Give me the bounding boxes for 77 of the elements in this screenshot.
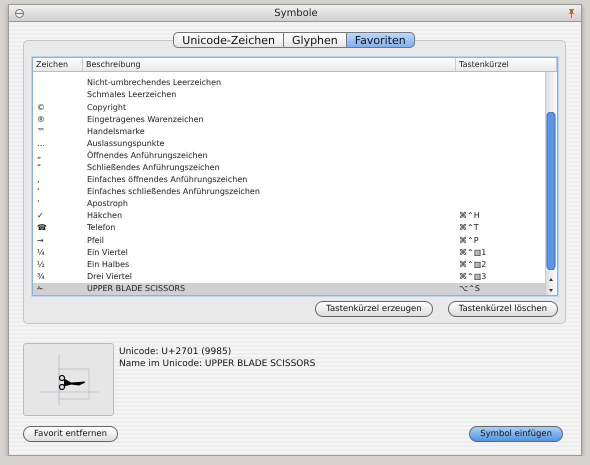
description-cell-text: Apostroph [86,198,129,210]
character-cell-text: ‘ [36,186,41,198]
table-row[interactable]: ✓ Häkchen ⌘⌃H [33,210,545,222]
description-cell-text: Schließendes Anführungszeichen [86,162,221,174]
character-cell-text: ½ [36,258,46,271]
column-header[interactable]: Zeichen [33,58,83,71]
collapse-icon[interactable] [15,8,24,18]
table-row[interactable]: Nicht-umbrechendes Leerzeichen [33,77,545,90]
table-row[interactable]: … Auslassungspunkte [33,138,545,150]
character-cell-text: ¼ [36,246,46,259]
description-cell-text: Handelsmarke [86,126,146,138]
character-cell-text: © [36,102,46,114]
window-title: Symbole [274,8,318,18]
description-cell-text: Einfaches öffnendes Anführungszeichen [86,174,248,186]
shortcut-cell-text: ⌘⌃T [458,222,480,234]
table-row[interactable]: ‘ Einfaches schließendes Anführungszeichen [33,186,545,198]
unicode-name: Name im Unicode: UPPER BLADE SCISSORS [119,358,316,370]
table-row[interactable]: © Copyright [33,102,545,114]
table-row[interactable]: ® Eingetragenes Warenzeichen [33,114,545,126]
description-cell-text: Ein Halbes [86,258,130,271]
character-cell-text: ¾ [36,270,46,283]
table-row[interactable]: ☎ Telefon ⌘⌃T [33,222,545,235]
table-row[interactable]: → Pfeil ⌘⌃P [33,234,545,247]
column-header[interactable]: Beschreibung [83,58,456,71]
shortcut-cell-text: ⌘⌃▥3 [458,270,488,283]
table-row[interactable]: ’ Apostroph [33,198,545,210]
character-cell-text: ‚ [36,174,41,186]
table-row[interactable]: ✁ UPPER BLADE SCISSORS ⌥⌃S [33,282,545,295]
description-cell-text: Öffnendes Anführungszeichen [86,150,209,162]
description-cell-text: Ein Viertel [86,246,129,259]
shortcut-cell-text: ⌘⌃▥1 [458,246,488,259]
character-cell-text: ’ [36,198,41,210]
column-header[interactable]: Tastenkürzel [456,58,557,71]
scissors-icon [38,354,98,404]
description-cell-text: Copyright [86,102,128,114]
character-cell-text: „ [36,150,42,162]
description-cell-text: UPPER BLADE SCISSORS [86,282,186,295]
character-cell-text: → [36,234,45,247]
tab[interactable]: Glyphen [282,32,347,48]
scroll-bar[interactable] [545,72,557,295]
shortcut-cell-text: ⌘⌃▥2 [458,258,488,271]
description-cell-text: Einfaches schließendes Anführungszeichen [86,186,261,198]
table-row[interactable]: “ Schließendes Anführungszeichen [33,162,545,174]
unicode-code: Unicode: U+2701 (9985) [119,346,232,358]
tab[interactable]: Favoriten [346,32,415,48]
character-cell-text: ™ [36,126,46,138]
description-cell-text: Schmales Leerzeichen [86,89,178,102]
character-cell-text: ✓ [36,210,45,222]
table-row[interactable]: ¾ Drei Viertel ⌘⌃▥3 [33,270,545,283]
character-cell-text: … [36,138,46,150]
shortcut-cell-text: ⌘⌃H [458,210,481,222]
shortcut-cell-text: ⌘⌃P [458,234,480,247]
character-cell-text: ✁ [36,282,45,295]
shortcut-button[interactable]: Tastenkürzel löschen [448,301,558,317]
table-row[interactable]: ½ Ein Halbes ⌘⌃▥2 [33,258,545,271]
remove-button[interactable]: Favorit entfernen [23,426,118,442]
description-cell-text: Nicht-umbrechendes Leerzeichen [86,77,222,90]
description-cell-text: Eingetragenes Warenzeichen [86,114,205,126]
description-cell-text: Pfeil [86,234,106,247]
description-cell-text: Häkchen [86,210,124,222]
table-row[interactable]: Schmales Leerzeichen [33,89,545,102]
table-row[interactable]: ‚ Einfaches öffnendes Anführungszeichen [33,174,545,186]
character-cell-text: ® [36,114,46,126]
table-row[interactable]: ¼ Ein Viertel ⌘⌃▥1 [33,246,545,259]
table-row[interactable]: „ Öffnendes Anführungszeichen [33,150,545,162]
description-cell-text: Auslassungspunkte [86,138,166,150]
description-cell-text: Drei Viertel [86,270,133,283]
character-cell-text: ☎ [36,222,48,234]
scroll-thumb[interactable] [546,112,556,270]
description-cell-text: Telefon [86,222,116,234]
insert-button[interactable]: Symbol einfügen [469,426,563,442]
table-row[interactable]: ™ Handelsmarke [33,126,545,138]
character-cell-text: “ [36,162,42,174]
pin-icon[interactable] [568,8,575,18]
tab[interactable]: Unicode-Zeichen [173,32,284,48]
shortcut-button[interactable]: Tastenkürzel erzeugen [315,301,433,317]
shortcut-cell-text: ⌥⌃S [458,282,481,295]
